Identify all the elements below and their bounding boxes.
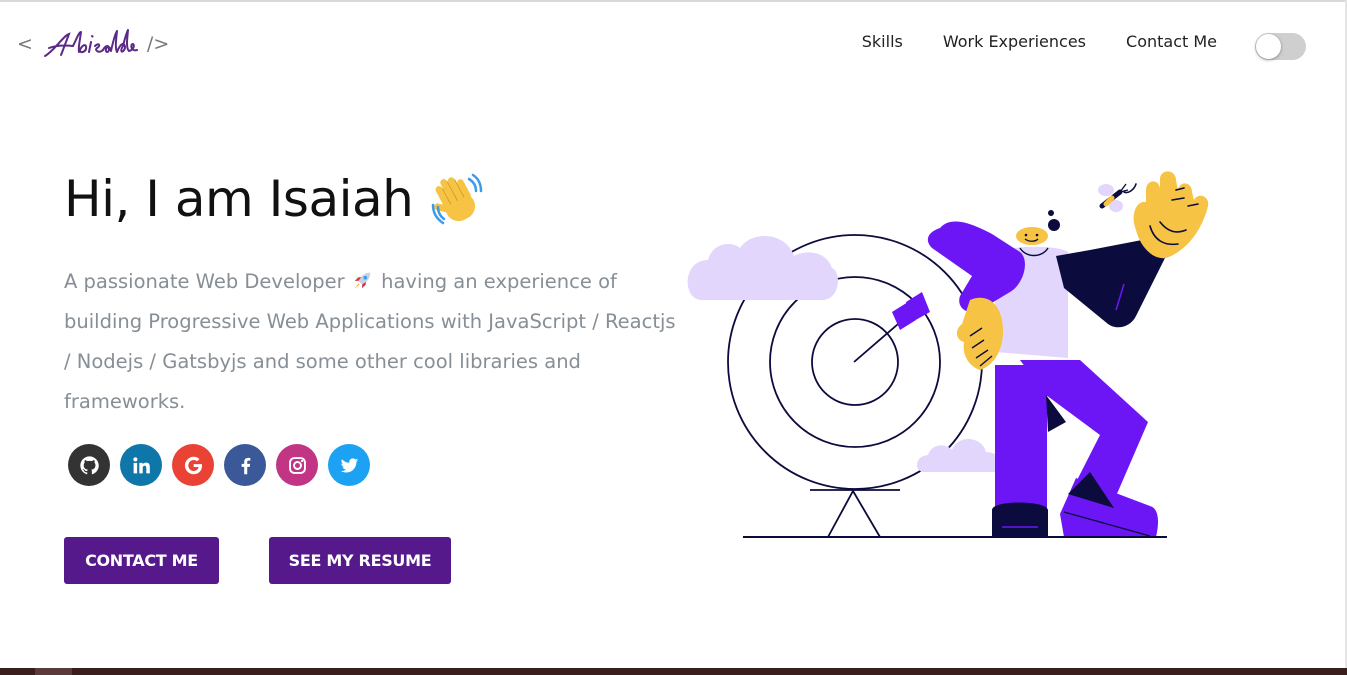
- github-link[interactable]: [68, 444, 110, 486]
- waving-hand-icon: [432, 173, 483, 225]
- social-links: [68, 444, 370, 486]
- facebook-link[interactable]: [224, 444, 266, 486]
- instagram-icon: [288, 456, 306, 474]
- main-nav: Skills Work Experiences Contact Me: [862, 32, 1217, 51]
- person-figure: [927, 171, 1209, 538]
- nav-skills[interactable]: Skills: [862, 32, 903, 51]
- tagline-part-1: A passionate Web Developer: [64, 270, 345, 293]
- linkedin-icon: [132, 456, 150, 473]
- nav-work-experiences[interactable]: Work Experiences: [943, 32, 1086, 51]
- google-link[interactable]: [172, 444, 214, 486]
- next-section-tab: [35, 668, 72, 675]
- see-resume-button[interactable]: SEE MY RESUME: [269, 537, 451, 584]
- rocket-icon: [354, 272, 371, 289]
- site-header: < /> Skills Work Experiences Contact Me: [0, 0, 1347, 88]
- facebook-icon: [241, 457, 250, 474]
- greeting-row: Hi, I am Isaiah: [64, 170, 485, 228]
- nav-contact-me[interactable]: Contact Me: [1126, 32, 1217, 51]
- logo-close-bracket: />: [146, 33, 170, 55]
- tagline: A passionate Web Developer having an exp…: [64, 262, 679, 422]
- cloud-large: [687, 236, 838, 300]
- twitter-icon: [340, 457, 358, 472]
- page-title: Hi, I am Isaiah: [64, 170, 414, 228]
- hero-illustration: [687, 171, 1209, 538]
- google-icon: [184, 456, 202, 474]
- logo-signature: [43, 29, 138, 57]
- toggle-knob: [1256, 34, 1281, 59]
- instagram-link[interactable]: [276, 444, 318, 486]
- cloud-small: [916, 438, 1005, 472]
- github-icon: [79, 455, 99, 474]
- logo-open-bracket: <: [17, 33, 33, 55]
- dart: [853, 292, 930, 363]
- logo[interactable]: < />: [17, 28, 169, 60]
- twitter-link[interactable]: [328, 444, 370, 486]
- dark-mode-toggle[interactable]: [1255, 33, 1306, 60]
- bee-icon: [1098, 183, 1129, 212]
- contact-me-button[interactable]: CONTACT ME: [64, 537, 219, 584]
- next-section-edge: [0, 668, 1347, 675]
- linkedin-link[interactable]: [120, 444, 162, 486]
